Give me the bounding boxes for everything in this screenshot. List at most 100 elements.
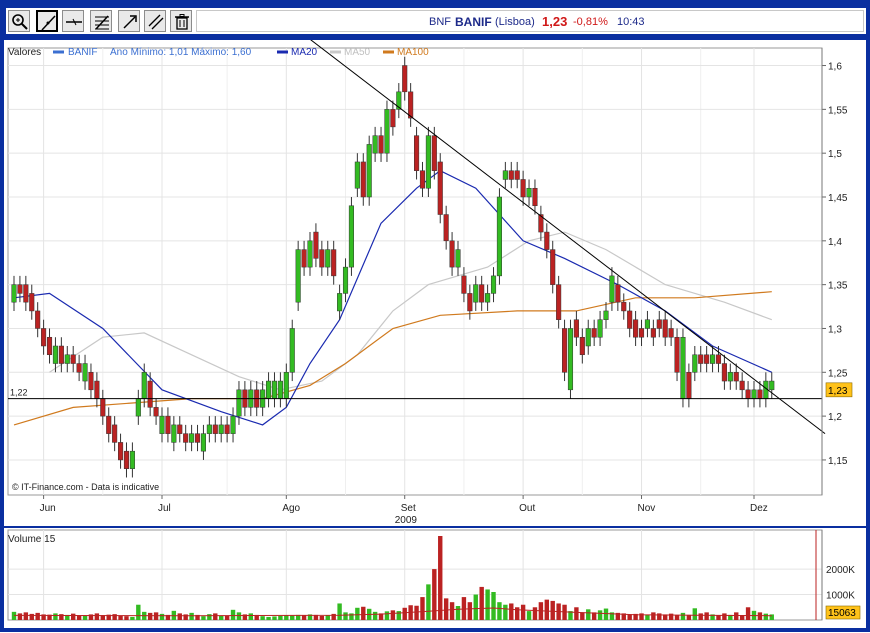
volume-bar: [325, 615, 330, 620]
quote-time: 10:43: [617, 16, 645, 28]
candle-up: [295, 240, 301, 311]
toolbar: BNF BANIF (Lisboa) 1,23 -0,81% 10:43: [4, 6, 868, 36]
volume-bar: [745, 607, 751, 620]
volume-bar: [414, 605, 419, 620]
volume-bar: [734, 612, 739, 620]
arrow-up-icon: [123, 15, 137, 29]
fibonacci-icon: [95, 15, 109, 30]
y-tick-label: 1,2: [828, 412, 842, 423]
volume-bar: [319, 615, 325, 620]
fibonacci-button[interactable]: [90, 10, 112, 32]
volume-bar: [130, 616, 135, 620]
volume-bar: [651, 612, 656, 620]
y-tick-label: 1,35: [828, 281, 848, 292]
legend-ma100: MA100: [397, 47, 429, 58]
volume-bar: [136, 604, 141, 620]
volume-title: Volume 15: [8, 534, 56, 545]
volume-tick-label: 2000K: [826, 565, 855, 576]
zoom-tool-button[interactable]: [8, 10, 30, 32]
volume-bar: [420, 597, 425, 620]
volume-chart-panel: 2000K 1000K 15063 Volume 15: [4, 528, 866, 628]
volume-bar: [112, 614, 117, 620]
volume-bar: [455, 606, 461, 620]
volume-bar: [497, 602, 502, 620]
volume-bar: [586, 609, 591, 620]
volume-bar: [23, 612, 29, 620]
x-tick-label: Jun: [40, 503, 56, 514]
x-tick-label: Ago: [282, 503, 300, 514]
volume-bar: [686, 614, 692, 620]
trend-line-button[interactable]: [36, 10, 58, 32]
volume-bar: [124, 616, 129, 620]
volume-bar: [580, 612, 585, 620]
volume-bar: [384, 611, 390, 620]
volume-bar: [520, 604, 526, 620]
volume-bar: [680, 612, 686, 620]
y-tick-label: 1,6: [828, 62, 842, 73]
zoom-tool-icon: [12, 14, 28, 30]
volume-bar: [627, 614, 632, 620]
volume-bar: [763, 613, 769, 620]
legend-ma20: MA20: [291, 47, 318, 58]
horizontal-line-button[interactable]: [62, 10, 84, 32]
volume-bar: [224, 615, 230, 620]
price-chart[interactable]: 1,22 1,23 1,6 1,55 1,5 1,45 1,4 1,35 1,3 1,25 1,2…: [4, 38, 866, 526]
candle-down: [437, 153, 443, 224]
volume-bar: [201, 616, 206, 620]
volume-bar: [396, 611, 401, 620]
horizontal-line-icon: [66, 18, 82, 26]
volume-bar: [94, 613, 100, 620]
arrow-tool-button[interactable]: [118, 10, 140, 32]
x-tick-label: Nov: [638, 503, 656, 514]
legend-label: Valores: [8, 47, 41, 58]
volume-bar: [503, 604, 508, 620]
candle-up: [348, 197, 354, 276]
volume-bar: [213, 613, 218, 620]
volume-bar: [236, 612, 242, 620]
volume-bar: [692, 608, 697, 620]
volume-bar: [467, 602, 473, 620]
volume-bar: [11, 611, 17, 620]
quote-exchange: (Lisboa): [495, 16, 535, 28]
legend-ma50: MA50: [344, 47, 371, 58]
volume-bar: [597, 610, 603, 620]
quote-change: -0,81%: [573, 16, 608, 28]
volume-bar: [177, 613, 182, 620]
volume-bar: [509, 603, 514, 620]
candle-up: [289, 319, 295, 382]
y-tick-label: 1,45: [828, 193, 848, 204]
volume-bar: [473, 594, 478, 620]
delete-button[interactable]: [170, 10, 192, 32]
x-tick-label: Out: [519, 503, 535, 514]
volume-bar: [337, 603, 342, 620]
x-tick-label: Jul: [158, 503, 171, 514]
volume-bar: [426, 584, 431, 620]
volume-bar: [544, 599, 549, 620]
volume-bar: [704, 612, 709, 620]
y-tick-label: 1,5: [828, 149, 842, 160]
quote-name: BANIF: [455, 15, 492, 29]
volume-bar: [207, 614, 212, 620]
volume-bar: [153, 612, 159, 620]
volume-bar: [147, 612, 153, 620]
volume-bar: [361, 606, 366, 620]
volume-bar: [17, 613, 23, 620]
candle-up: [366, 135, 372, 206]
volume-bar: [159, 613, 165, 620]
x-tick-label: Dez: [750, 503, 768, 514]
parallel-lines-button[interactable]: [144, 10, 166, 32]
volume-bar: [189, 612, 194, 620]
volume-bar: [118, 615, 123, 620]
candle-up: [496, 188, 502, 285]
quote-price: 1,23: [542, 14, 568, 29]
parallel-lines-icon: [148, 14, 164, 30]
volume-bar: [248, 613, 253, 620]
volume-chart[interactable]: 2000K 1000K 15063 Volume 15: [4, 528, 866, 628]
y-tick-label: 1,55: [828, 105, 848, 116]
volume-bar: [722, 613, 727, 620]
y-tick-label: 1,4: [828, 237, 842, 248]
volume-bar: [443, 598, 449, 620]
chart-legend: Valores BANIF Ano Mínimo: 1,01 Máximo: 1…: [8, 47, 429, 58]
volume-bar: [260, 616, 265, 620]
volume-bar: [278, 615, 283, 620]
